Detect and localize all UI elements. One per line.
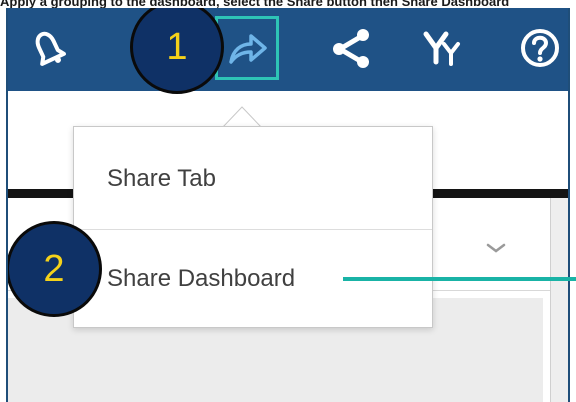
share-network-icon[interactable] — [326, 22, 378, 74]
dropdown-pointer — [222, 106, 262, 128]
share-button-highlight — [215, 16, 279, 80]
chevron-down-icon[interactable] — [484, 240, 508, 256]
menu-separator — [74, 229, 432, 230]
bell-icon[interactable] — [22, 22, 74, 74]
top-toolbar — [8, 8, 568, 91]
scroll-strip — [551, 198, 568, 402]
share-tab-item[interactable]: Share Tab — [74, 131, 432, 227]
instruction-caption: Apply a grouping to the dashboard, selec… — [0, 0, 510, 8]
help-icon[interactable] — [514, 22, 566, 74]
share-dashboard-label: Share Dashboard — [107, 265, 296, 292]
app-frame: Share Tab Share Dashboard 1 2 — [6, 8, 570, 402]
pointer-line — [343, 277, 576, 281]
yy-icon[interactable] — [418, 22, 470, 74]
step-2-badge: 2 — [8, 221, 102, 317]
share-dropdown-menu: Share Tab Share Dashboard — [73, 126, 433, 328]
share-tab-label: Share Tab — [107, 165, 216, 192]
